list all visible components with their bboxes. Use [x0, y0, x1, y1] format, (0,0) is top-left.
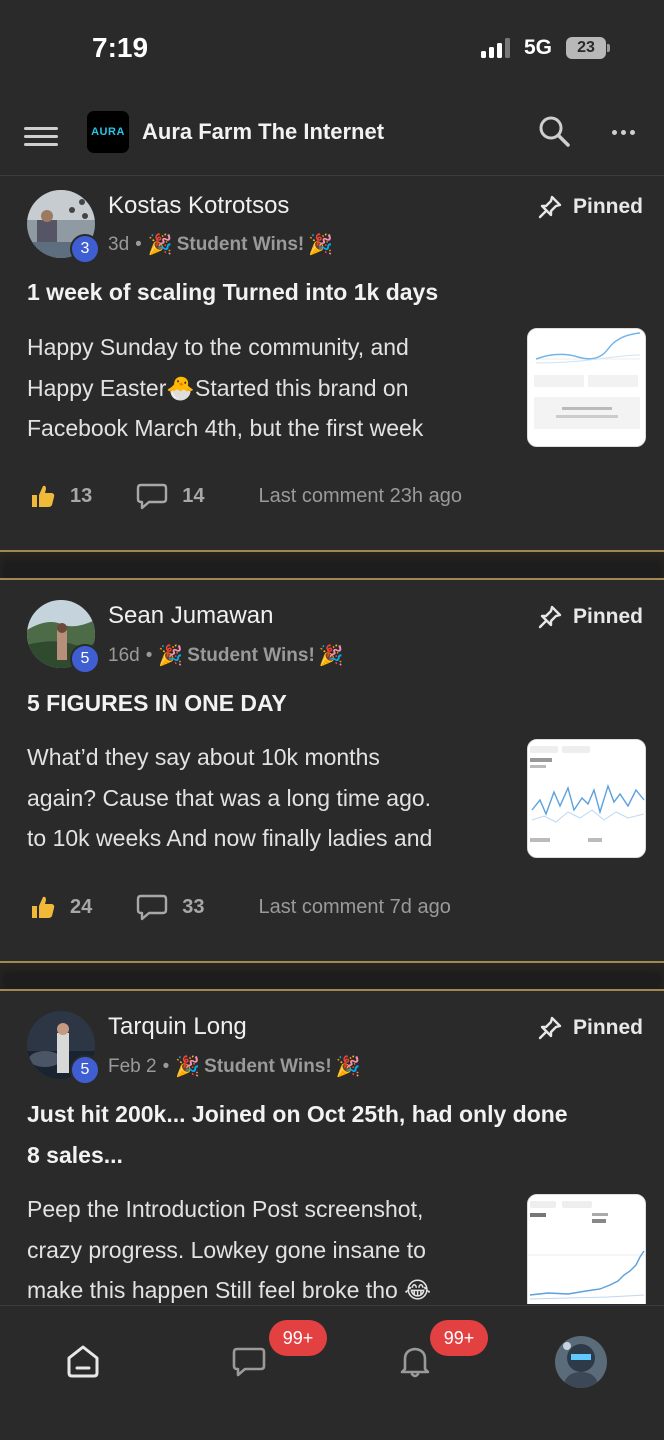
messages-badge: 99+: [269, 1320, 327, 1356]
thumbs-up-icon[interactable]: [30, 483, 56, 509]
party-popper-icon: 🎉: [158, 645, 184, 667]
preview-line: crazy progress. Lowkey gone insane to: [27, 1236, 426, 1263]
title-line: Just hit 200k... Joined on Oct 25th, had…: [27, 1101, 568, 1127]
author-name[interactable]: Kostas Kotrotsos: [108, 192, 289, 220]
comment-count: 33: [182, 895, 205, 918]
level-badge: 5: [70, 644, 100, 674]
like-count: 13: [70, 484, 93, 507]
level-badge: 5: [70, 1055, 100, 1085]
preview-line: Facebook March 4th, but the first week: [27, 415, 424, 441]
signal-icon: [480, 38, 510, 58]
preview-line: What’d they say about 10k months: [27, 744, 380, 770]
level-badge: 3: [70, 234, 100, 264]
comment-icon[interactable]: [136, 482, 168, 510]
party-popper-icon: 🎉: [175, 1056, 201, 1078]
comment-count: 14: [182, 484, 205, 507]
home-icon[interactable]: [58, 1336, 108, 1386]
preview-line: again? Cause that was a long time ago.: [27, 784, 432, 811]
bottom-navigation: 99+ 99+: [0, 1305, 664, 1440]
pinned-label: Pinned: [572, 1016, 643, 1039]
pin-icon: [538, 1016, 562, 1040]
post-actions: 13 14 Last comment 23h ago: [30, 482, 644, 510]
post-feed: 3 Kostas Kotrotsos 3d • 🎉 Student Wins! 🎉 Pi…: [0, 177, 664, 1304]
category-label[interactable]: Student Wins!: [177, 234, 305, 256]
post-actions: 24 33 Last comment 7d ago: [30, 893, 644, 921]
search-icon[interactable]: [537, 114, 573, 150]
notifications-badge: 99+: [430, 1320, 488, 1356]
post-card[interactable]: 5 Sean Jumawan 16d • 🎉 Student Wins! 🎉 Pinne…: [0, 580, 664, 961]
party-popper-icon: 🎉: [318, 645, 344, 667]
battery-icon: 23: [566, 37, 610, 59]
title-line: 8 sales...: [27, 1142, 123, 1168]
post-preview[interactable]: Happy Sunday to the community, and Happy…: [27, 327, 507, 449]
status-bar: 7:19 5G 23: [0, 0, 664, 100]
preview-line: Happy Sunday to the community, and: [27, 334, 409, 360]
status-indicators: 5G 23: [480, 36, 610, 60]
post-card[interactable]: 5 Tarquin Long Feb 2 • 🎉 Student Wins! 🎉 Pin…: [0, 991, 664, 1304]
post-age: 16d: [108, 644, 140, 666]
post-meta: 16d • 🎉 Student Wins! 🎉: [108, 644, 344, 668]
more-options-icon[interactable]: [603, 114, 643, 150]
post-separator: [0, 961, 664, 991]
network-type: 5G: [523, 36, 552, 59]
author-name[interactable]: Sean Jumawan: [108, 602, 273, 630]
post-age: 3d: [108, 233, 130, 255]
post-meta: Feb 2 • 🎉 Student Wins! 🎉: [108, 1055, 361, 1079]
post-age: Feb 2: [108, 1055, 157, 1077]
post-image-thumbnail[interactable]: [527, 328, 646, 447]
hamburger-menu-icon[interactable]: [24, 122, 58, 152]
post-image-thumbnail[interactable]: [527, 739, 646, 858]
post-title[interactable]: Just hit 200k... Joined on Oct 25th, had…: [27, 1094, 634, 1176]
post-title[interactable]: 5 FIGURES IN ONE DAY: [27, 683, 634, 724]
last-comment-time: Last comment 7d ago: [258, 895, 451, 918]
battery-level: 23: [566, 37, 606, 59]
pin-icon: [538, 195, 562, 219]
post-image-thumbnail[interactable]: [527, 1194, 646, 1304]
pinned-indicator: Pinned: [537, 194, 643, 220]
party-popper-icon: 🎉: [147, 234, 173, 256]
category-label[interactable]: Student Wins!: [204, 1056, 332, 1078]
thumbs-up-icon[interactable]: [30, 894, 56, 920]
status-time: 7:19: [92, 32, 149, 63]
post-preview[interactable]: Peep the Introduction Post screenshot, c…: [27, 1189, 507, 1304]
post-card[interactable]: 3 Kostas Kotrotsos 3d • 🎉 Student Wins! 🎉 Pi…: [0, 177, 664, 550]
post-title[interactable]: 1 week of scaling Turned into 1k days: [27, 272, 634, 313]
party-popper-icon: 🎉: [335, 1056, 361, 1078]
pinned-label: Pinned: [572, 195, 643, 218]
profile-avatar[interactable]: [555, 1336, 607, 1388]
pinned-indicator: Pinned: [537, 604, 643, 630]
like-count: 24: [70, 895, 93, 918]
post-preview[interactable]: What’d they say about 10k months again? …: [27, 737, 507, 859]
pinned-label: Pinned: [572, 605, 643, 628]
comment-icon[interactable]: [136, 893, 168, 921]
author-name[interactable]: Tarquin Long: [108, 1013, 247, 1041]
post-separator: [0, 550, 664, 580]
post-meta: 3d • 🎉 Student Wins! 🎉: [108, 233, 334, 257]
pinned-indicator: Pinned: [537, 1015, 643, 1041]
chat-icon[interactable]: [224, 1336, 274, 1386]
preview-line: make this happen Still feel broke tho 😂: [27, 1277, 432, 1303]
party-popper-icon: 🎉: [308, 234, 334, 256]
preview-line: to 10k weeks And now finally ladies and: [27, 825, 433, 851]
preview-line: Peep the Introduction Post screenshot,: [27, 1196, 424, 1222]
last-comment-time: Last comment 23h ago: [258, 484, 462, 507]
preview-line: Happy Easter🐣Started this brand on: [27, 374, 409, 401]
group-logo[interactable]: AURA: [87, 111, 129, 153]
category-label[interactable]: Student Wins!: [187, 645, 315, 667]
top-bar: AURA Aura Farm The Internet: [0, 100, 664, 176]
pin-icon: [538, 605, 562, 629]
group-title[interactable]: Aura Farm The Internet: [142, 119, 384, 145]
